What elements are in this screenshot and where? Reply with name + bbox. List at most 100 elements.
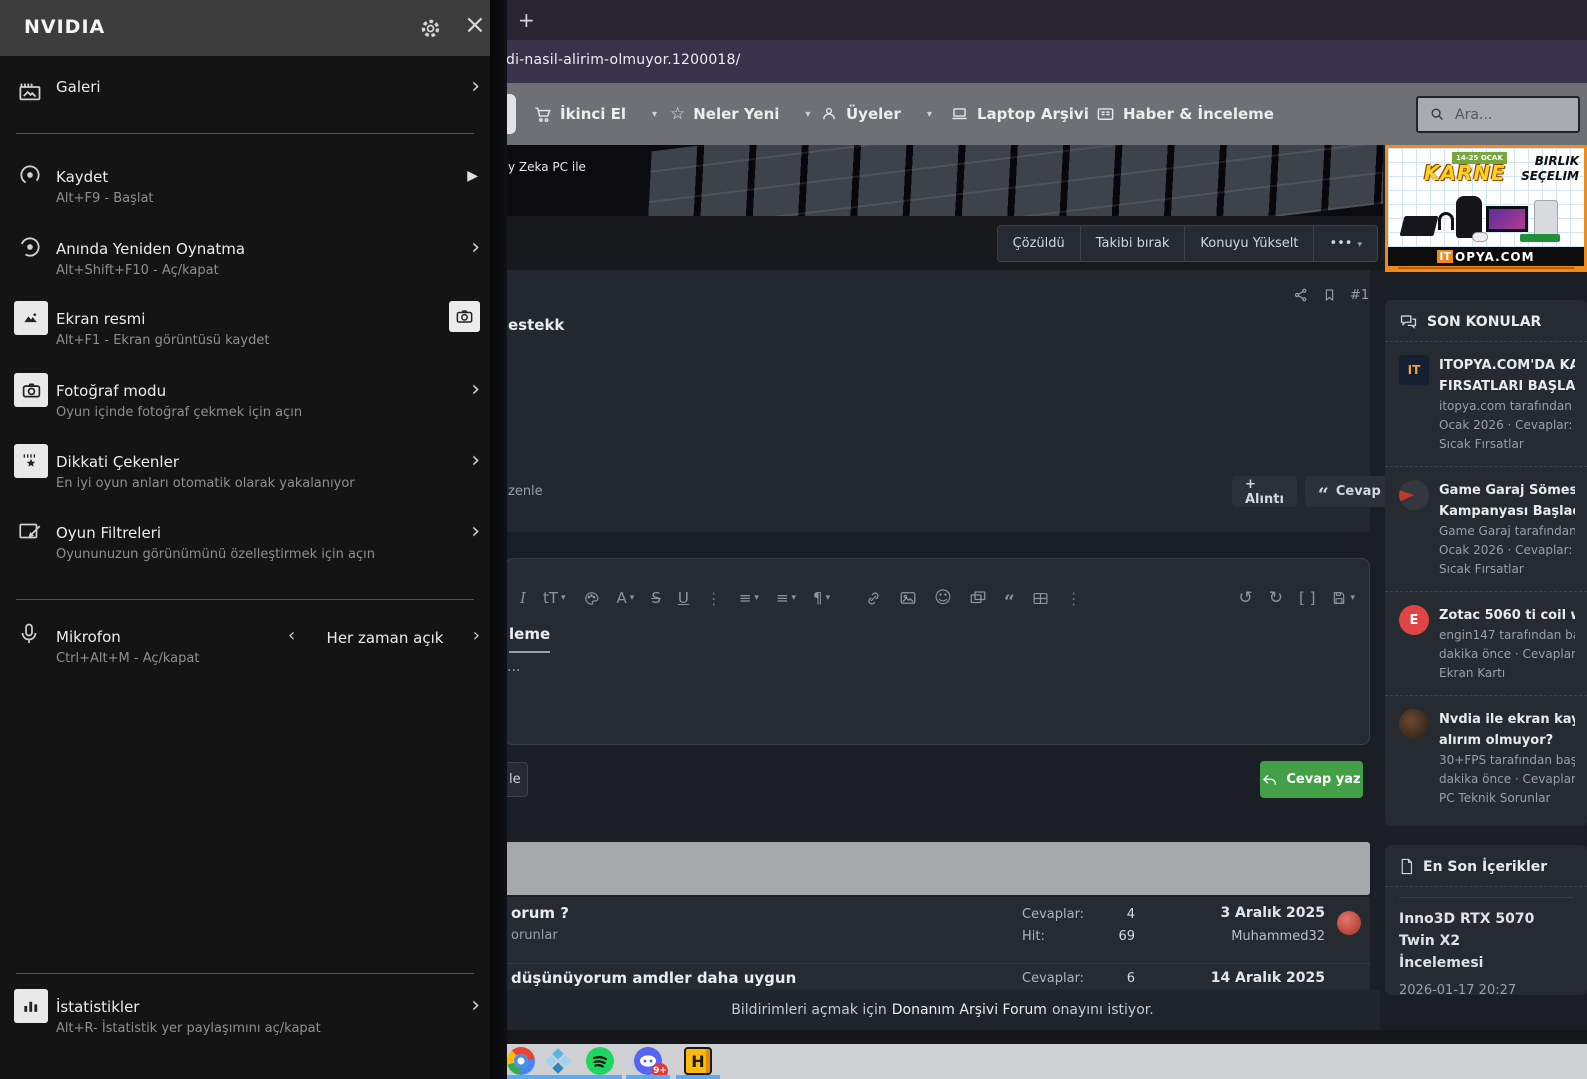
chrome-icon[interactable]: [507, 1047, 535, 1075]
quote-button[interactable]: + Alıntı: [1232, 476, 1297, 507]
undo-button[interactable]: ↺: [1238, 588, 1252, 608]
list-item[interactable]: Nvdia ile ekran kaydı na alırım olmuyor?…: [1385, 695, 1587, 820]
microphone-icon: [17, 622, 41, 646]
redo-button[interactable]: ↻: [1269, 588, 1283, 608]
align-button[interactable]: ≡ ▾: [776, 589, 796, 607]
menu-item-fotograf-modu[interactable]: Fotoğraf modu Oyun içinde fotoğraf çekme…: [0, 373, 490, 426]
menu-item-galeri[interactable]: Galeri ›: [0, 74, 490, 116]
avatar: [1399, 480, 1429, 510]
save-draft-button[interactable]: ▾: [1331, 590, 1355, 606]
link-icon[interactable]: [865, 590, 882, 607]
font-color-button[interactable]: A ▾: [617, 589, 635, 607]
yellow-h-app-icon[interactable]: H: [684, 1047, 712, 1075]
chevron-left-icon[interactable]: ‹: [288, 625, 295, 646]
menu-item-dikkati-cekenler[interactable]: Dikkati Çekenler En iyi oyun anları otom…: [0, 444, 490, 497]
menu-item-ekran-resmi[interactable]: Ekran resmi Alt+F1 - Ekran görüntüsü kay…: [0, 301, 490, 354]
chevron-down-icon: ▾: [805, 108, 811, 120]
edit-link[interactable]: zenle: [508, 484, 543, 499]
address-bar[interactable]: di-nasil-alirim-olmuyor.1200018/: [490, 40, 1587, 83]
bump-topic-button[interactable]: Konuyu Yükselt: [1184, 225, 1315, 262]
active-indicator: [578, 1075, 622, 1079]
share-icon[interactable]: [1293, 287, 1309, 303]
divider: [16, 973, 474, 974]
browser-tab-bar: +: [490, 0, 1587, 40]
nav-item-uyeler[interactable]: Üyeler ▾: [820, 83, 932, 145]
bbcode-button[interactable]: [ ]: [1299, 589, 1315, 607]
notification-link[interactable]: Donanım Arşivi Forum: [892, 1002, 1047, 1018]
camera-capture-icon[interactable]: [449, 301, 480, 332]
smiley-icon[interactable]: ☺: [934, 588, 952, 608]
ad-banner[interactable]: 14-25 OCAK KARNE BIRLIK SEÇELIM IT OPYA.CO…: [1385, 145, 1587, 272]
more-formats-button[interactable]: ⋮: [706, 589, 722, 608]
list-item[interactable]: IT ITOPYA.COM'DA KARNE FIRSATLARI BAŞLAD…: [1385, 342, 1587, 466]
divider: [16, 599, 474, 600]
highlights-icon: [14, 444, 48, 478]
forum-navbar: İkinci El ▾ ☆ Neler Yeni ▾ Üyeler ▾ Lapt…: [490, 83, 1587, 145]
close-icon[interactable]: ×: [464, 10, 486, 40]
nav-item-ikinci-el[interactable]: İkinci El ▾: [533, 83, 657, 145]
nav-item-neler-yeni[interactable]: ☆ Neler Yeni ▾: [670, 83, 810, 145]
nav-label: İkinci El: [560, 105, 627, 123]
image-icon[interactable]: [899, 589, 917, 607]
list-button[interactable]: ≡ ▾: [739, 589, 759, 607]
post-number[interactable]: #1: [1350, 288, 1369, 303]
forum-section-bar[interactable]: [505, 842, 1370, 895]
strikethrough-button[interactable]: S: [651, 589, 661, 607]
nav-label: Üyeler: [846, 105, 901, 123]
spotify-icon[interactable]: [586, 1047, 614, 1075]
new-tab-button[interactable]: +: [518, 8, 535, 32]
bookmark-icon[interactable]: [1322, 287, 1337, 303]
font-size-button[interactable]: tT ▾: [543, 589, 566, 607]
overlay-shadow: [490, 0, 507, 1079]
blue-diamond-app-icon[interactable]: [544, 1047, 572, 1075]
avatar[interactable]: [1337, 911, 1361, 935]
reply-button[interactable]: “Cevap: [1304, 476, 1394, 507]
underline-button[interactable]: U: [678, 589, 689, 607]
chevron-right-icon: ›: [471, 993, 480, 1018]
editor-placeholder[interactable]: ...: [507, 659, 520, 675]
browser-window: + di-nasil-alirim-olmuyor.1200018/ İkinc…: [490, 0, 1587, 1079]
menu-item-oyun-filtreleri[interactable]: Oyun Filtreleri Oyununuzun görünümünü öz…: [0, 516, 490, 568]
latest-content-link[interactable]: Inno3D RTX 5070 Twin X2 İncelemesi: [1385, 898, 1587, 974]
notification-bar[interactable]: Bildirimleri açmak için Donanım Arşivi F…: [505, 990, 1380, 1030]
more-options-button[interactable]: ••• ▾: [1313, 225, 1378, 262]
laptop-icon: [950, 105, 969, 124]
menu-item-istatistikler[interactable]: İstatistikler Alt+R- İstatistik yer payl…: [0, 989, 490, 1042]
table-icon[interactable]: [1032, 590, 1049, 607]
post-card: #1 estekk zenle + Alıntı “Cevap: [505, 270, 1394, 532]
search-input[interactable]: Ara...: [1416, 96, 1580, 133]
active-indicator: [536, 1075, 580, 1079]
discord-icon[interactable]: 9+: [634, 1047, 668, 1079]
solved-button[interactable]: Çözüldü: [996, 225, 1081, 262]
divider: [505, 963, 1370, 964]
ad-title: KARNE: [1424, 161, 1506, 185]
taskbar: 9+ H: [490, 1044, 1587, 1079]
chevron-right-icon[interactable]: ›: [473, 625, 480, 646]
record-icon: [17, 162, 43, 188]
microphone-mode-value: Her zaman açık: [326, 629, 444, 647]
menu-item-kaydet[interactable]: Kaydet Alt+F9 - Başlat ▶: [0, 160, 490, 212]
more-tools-button[interactable]: ⋮: [1066, 589, 1082, 608]
quote-block-button[interactable]: “: [1004, 592, 1015, 611]
post-reply-button[interactable]: Cevap yaz: [1260, 761, 1363, 798]
game-filters-icon: [17, 518, 43, 544]
nav-item-haber-inceleme[interactable]: Haber & İnceleme: [1096, 83, 1274, 145]
unfollow-button[interactable]: Takibi bırak: [1079, 225, 1186, 262]
media-gallery-icon[interactable]: [969, 589, 987, 607]
editor-toolbar: I tT ▾ A ▾ S U ⋮ ≡ ▾ ≡ ▾ ¶ ▾ ☺ “ ⋮ ↺ ↻ […: [520, 583, 1355, 613]
italic-button[interactable]: I: [520, 589, 526, 607]
editor-tab[interactable]: leme: [509, 625, 551, 653]
paragraph-button[interactable]: ¶ ▾: [813, 589, 830, 607]
nav-label: Haber & İnceleme: [1123, 105, 1274, 123]
nav-item-laptop-arsivi[interactable]: Laptop Arşivi: [950, 83, 1089, 145]
thread-action-buttons: Çözüldü Takibi bırak Konuyu Yükselt ••• ▾: [996, 225, 1378, 262]
gear-icon[interactable]: [419, 17, 442, 40]
menu-item-aninda-yeniden-oynatma[interactable]: Anında Yeniden Oynatma Alt+Shift+F10 - A…: [0, 232, 490, 284]
list-item[interactable]: Game Garaj Sömestır K Kampanyası Başladı…: [1385, 466, 1587, 591]
reply-editor[interactable]: I tT ▾ A ▾ S U ⋮ ≡ ▾ ≡ ▾ ¶ ▾ ☺ “ ⋮ ↺ ↻ […: [505, 558, 1370, 745]
menu-item-mikrofon[interactable]: Mikrofon Ctrl+Alt+M - Aç/kapat ‹ Her zam…: [0, 620, 490, 672]
list-item[interactable]: E Zotac 5060 ti coil whine engin147 tara…: [1385, 591, 1587, 695]
palette-icon[interactable]: [583, 590, 600, 607]
chevron-right-icon: ›: [471, 519, 480, 544]
son-konular-card: SON KONULAR IT ITOPYA.COM'DA KARNE FIRSA…: [1385, 300, 1587, 826]
